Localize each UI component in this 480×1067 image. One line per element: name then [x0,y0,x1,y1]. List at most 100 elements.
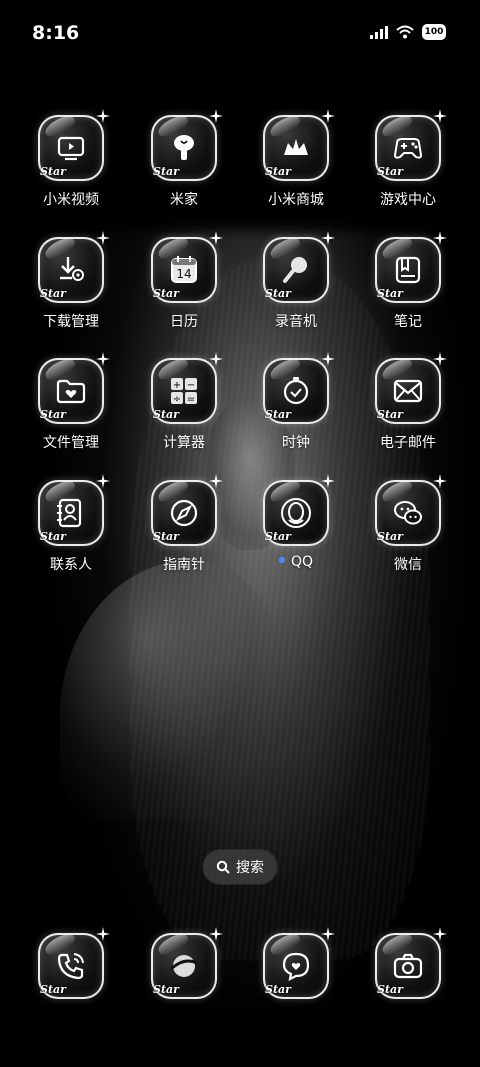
app-label: 文件管理 [15,432,127,452]
status-icons: 100 [370,24,446,40]
wifi-icon [396,25,414,39]
app-compass[interactable]: Star 指南针 [128,474,240,574]
app-icon-frame: Star [375,474,447,546]
contacts-icon [57,498,82,528]
icon-star-text: Star [265,530,291,543]
clock-icon [283,377,309,405]
sparkle-icon [321,231,335,245]
sparkle-icon [433,352,447,366]
app-icon-frame: Star [375,927,447,999]
app-label: QQ [240,554,352,570]
icon-star-text: Star [153,165,179,178]
app-label-text: QQ [290,554,314,570]
app-qq[interactable]: Star QQ [240,474,352,570]
app-label-text: 游戏中心 [380,192,436,208]
sparkle-icon [321,352,335,366]
app-label-text: 小米视频 [43,192,99,208]
calculator-icon: + −÷ = [171,378,197,405]
sparkle-icon [96,352,110,366]
app-microphone[interactable]: Star 录音机 [240,231,352,331]
app-mail[interactable]: Star 电子邮件 [352,352,464,452]
app-contacts[interactable]: Star 联系人 [15,474,127,574]
icon-star-text: Star [40,287,66,300]
dock-phone[interactable]: Star [15,927,127,999]
app-label: 联系人 [15,554,127,574]
app-label-text: 文件管理 [43,435,99,451]
sparkle-icon [433,231,447,245]
sparkle-icon [433,474,447,488]
tv-icon [57,136,85,161]
mail-icon [393,379,423,403]
app-label-text: 联系人 [50,557,92,573]
svg-text:=: = [187,394,195,405]
compass-icon [170,499,198,527]
app-label-text: 电子邮件 [380,435,436,451]
app-label: 游戏中心 [352,189,464,209]
sparkle-icon [433,109,447,123]
app-label: 小米商城 [240,189,352,209]
sparkle-icon [96,231,110,245]
app-download[interactable]: Star 下载管理 [15,231,127,331]
sparkle-icon [209,352,223,366]
app-label-text: 下载管理 [43,314,99,330]
sparkle-icon [433,927,447,941]
app-label-text: 日历 [170,314,198,330]
app-note[interactable]: Star 笔记 [352,231,464,331]
app-icon-frame: Star [38,231,110,303]
icon-star-text: Star [377,983,403,996]
status-time: 8:16 [32,22,80,44]
sparkle-icon [321,474,335,488]
app-folder[interactable]: Star 文件管理 [15,352,127,452]
search-icon [216,860,230,874]
dock-message[interactable]: Star [240,927,352,999]
search-button[interactable]: 搜索 [203,850,277,884]
dock-browser[interactable]: Star [128,927,240,999]
sparkle-icon [96,927,110,941]
app-icon-frame: Star [151,109,223,181]
svg-text:+: + [173,380,181,391]
sparkle-icon [96,474,110,488]
app-label-text: 录音机 [275,314,317,330]
app-icon-frame: + − ÷ = Star [151,352,223,424]
app-icon-frame: Star [375,109,447,181]
app-tv[interactable]: Star 小米视频 [15,109,127,209]
app-label: 指南针 [128,554,240,574]
app-mijia[interactable]: Star 米家 [128,109,240,209]
dock-camera[interactable]: Star [352,927,464,999]
signal-icon [370,25,388,39]
svg-text:−: − [187,380,195,391]
folder-icon [56,379,86,404]
app-icon-frame: Star [38,474,110,546]
icon-star-text: Star [153,530,179,543]
svg-text:÷: ÷ [173,394,181,405]
icon-star-text: Star [265,408,291,421]
app-gamepad[interactable]: Star 游戏中心 [352,109,464,209]
app-calendar[interactable]: 14 Star 日历 [128,231,240,331]
app-icon-frame: Star [38,927,110,999]
new-indicator-dot [278,557,285,563]
app-label: 时钟 [240,432,352,452]
battery-level: 100 [424,27,444,37]
icon-star-text: Star [153,983,179,996]
app-icon-frame: Star [263,927,335,999]
sparkle-icon [96,109,110,123]
icon-star-text: Star [40,165,66,178]
app-shop[interactable]: Star 小米商城 [240,109,352,209]
app-label: 日历 [128,311,240,331]
sparkle-icon [321,927,335,941]
app-icon-frame: Star [263,231,335,303]
app-clock[interactable]: Star 时钟 [240,352,352,452]
app-icon-frame: Star [151,474,223,546]
sparkle-icon [321,109,335,123]
app-label: 电子邮件 [352,432,464,452]
calendar-icon: 14 [171,256,197,283]
app-calculator[interactable]: + − ÷ = Star 计算器 [128,352,240,452]
app-label-text: 时钟 [282,435,310,451]
shop-icon [284,139,308,155]
icon-star-text: Star [377,530,403,543]
app-icon-frame: 14 Star [151,231,223,303]
app-icon-frame: Star [375,352,447,424]
status-bar: 8:16 100 [0,0,480,70]
app-wechat[interactable]: Star 微信 [352,474,464,574]
app-icon-frame: Star [263,474,335,546]
